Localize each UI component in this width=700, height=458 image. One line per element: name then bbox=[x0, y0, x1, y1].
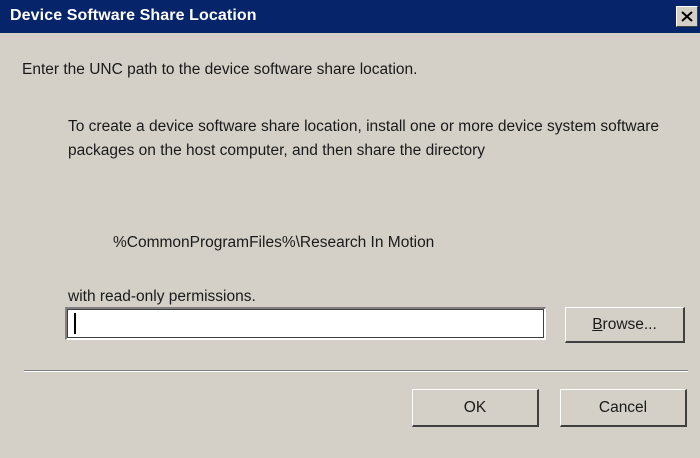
share-directory-path: %CommonProgramFiles%\Research In Motion bbox=[113, 234, 435, 251]
unc-path-input[interactable] bbox=[65, 307, 546, 340]
ok-button[interactable]: OK bbox=[412, 389, 539, 427]
text-cursor bbox=[74, 313, 76, 334]
ok-button-label: OK bbox=[463, 398, 487, 416]
close-button[interactable] bbox=[676, 6, 698, 27]
cancel-button[interactable]: Cancel bbox=[560, 389, 687, 427]
instructions-text: To create a device software share locati… bbox=[68, 118, 659, 159]
divider bbox=[24, 370, 688, 372]
browse-button[interactable]: Browse... bbox=[565, 307, 685, 343]
intro-text: Enter the UNC path to the device softwar… bbox=[22, 61, 418, 78]
cancel-button-label: Cancel bbox=[598, 398, 648, 416]
title-bar: Device Software Share Location bbox=[0, 0, 700, 33]
permissions-text: with read-only permissions. bbox=[68, 288, 256, 305]
browse-button-label: Browse... bbox=[592, 315, 657, 333]
close-icon bbox=[681, 11, 693, 22]
dialog-title: Device Software Share Location bbox=[10, 7, 257, 24]
